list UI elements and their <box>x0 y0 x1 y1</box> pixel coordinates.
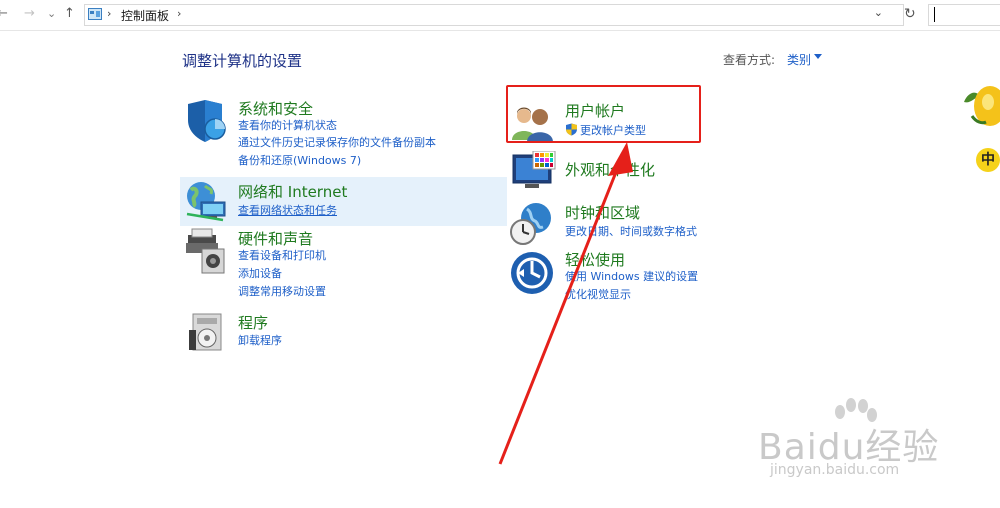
watermark-url: jingyan.baidu.com <box>770 462 900 478</box>
link-network-status[interactable]: 查看网络状态和任务 <box>238 204 337 218</box>
annotation-highlight-box <box>506 85 701 143</box>
view-by-label: 查看方式: <box>723 53 776 67</box>
ime-indicator[interactable]: 中 <box>976 148 1000 172</box>
address-dropdown-icon[interactable]: ⌄ <box>874 6 883 19</box>
breadcrumb-separator[interactable]: › <box>177 7 181 20</box>
link-uninstall-program[interactable]: 卸载程序 <box>238 334 282 348</box>
lemon-decoration-icon <box>964 86 1000 126</box>
link-mobility-settings[interactable]: 调整常用移动设置 <box>238 285 326 299</box>
category-title-programs[interactable]: 程序 <box>238 312 268 333</box>
chevron-down-icon[interactable] <box>814 54 822 59</box>
link-windows-recommended[interactable]: 使用 Windows 建议的设置 <box>565 270 698 284</box>
link-date-time-format[interactable]: 更改日期、时间或数字格式 <box>565 225 697 239</box>
link-devices-printers[interactable]: 查看设备和打印机 <box>238 249 326 263</box>
control-panel-icon <box>88 8 102 20</box>
network-globe-icon <box>186 182 226 222</box>
view-by-dropdown[interactable]: 类别 <box>787 51 811 68</box>
search-input[interactable] <box>928 4 1000 26</box>
ease-of-access-icon <box>511 252 553 294</box>
back-arrow-icon[interactable]: ← <box>0 6 8 22</box>
navigation-bar: ← → ⌄ ↑ › 控制面板 › ⌄ ↻ <box>0 0 1000 31</box>
link-file-history[interactable]: 通过文件历史记录保存你的文件备份副本 <box>238 136 436 150</box>
refresh-icon[interactable]: ↻ <box>904 6 916 22</box>
link-optimize-display[interactable]: 优化视觉显示 <box>565 288 631 302</box>
category-title-appearance[interactable]: 外观和个性化 <box>565 159 655 180</box>
category-title-ease-of-access[interactable]: 轻松使用 <box>565 249 625 270</box>
link-backup-restore[interactable]: 备份和还原(Windows 7) <box>238 154 361 168</box>
programs-icon <box>189 313 222 351</box>
link-add-device[interactable]: 添加设备 <box>238 267 282 281</box>
breadcrumb-separator[interactable]: › <box>107 7 111 20</box>
up-arrow-icon[interactable]: ↑ <box>64 6 75 22</box>
breadcrumb-control-panel[interactable]: 控制面板 <box>121 7 169 24</box>
category-title-clock-region[interactable]: 时钟和区域 <box>565 202 640 223</box>
category-title-system-security[interactable]: 系统和安全 <box>238 98 313 119</box>
appearance-monitor-icon <box>512 151 556 188</box>
recent-locations-icon[interactable]: ⌄ <box>47 6 56 22</box>
shield-icon <box>188 100 226 142</box>
link-view-computer-status[interactable]: 查看你的计算机状态 <box>238 119 337 133</box>
printer-speaker-icon <box>186 228 225 274</box>
address-bar[interactable]: › 控制面板 › ⌄ <box>84 4 904 26</box>
category-title-network-internet[interactable]: 网络和 Internet <box>238 181 347 202</box>
clock-globe-icon <box>510 203 551 245</box>
forward-arrow-icon[interactable]: → <box>24 6 35 22</box>
page-title: 调整计算机的设置 <box>182 52 303 70</box>
category-title-hardware-sound[interactable]: 硬件和声音 <box>238 228 313 249</box>
text-caret <box>934 7 935 22</box>
